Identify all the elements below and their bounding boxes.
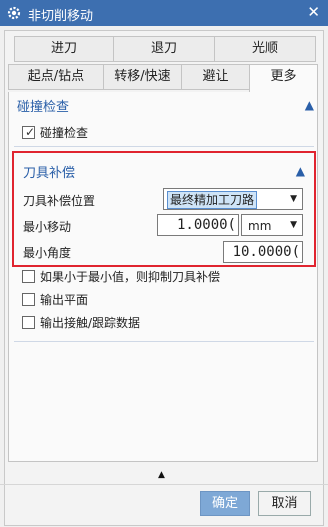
collision-collapse-icon[interactable]: ▲ xyxy=(305,98,314,112)
comp-position-select[interactable]: 最终精加工刀路 ▼ xyxy=(163,188,303,210)
min-angle-input[interactable]: 10.0000( xyxy=(223,241,303,263)
output-contact-checkbox[interactable] xyxy=(22,316,35,329)
close-icon[interactable]: ✕ xyxy=(307,3,320,21)
min-move-label: 最小移动 xyxy=(23,220,72,234)
output-plane-checkbox[interactable] xyxy=(22,293,35,306)
tab-start-drill-point[interactable]: 起点/钻点 xyxy=(8,64,104,90)
comp-position-label: 刀具补偿位置 xyxy=(23,194,96,208)
tab-transfer-rapid[interactable]: 转移/快速 xyxy=(103,64,182,90)
suppress-comp-checkbox[interactable] xyxy=(22,270,35,283)
tab-avoidance[interactable]: 避让 xyxy=(181,64,250,90)
collision-checkbox-label: 碰撞检查 xyxy=(40,126,89,140)
ok-button[interactable]: 确定 xyxy=(200,491,250,516)
min-move-unit-select[interactable]: mm ▼ xyxy=(241,214,303,236)
suppress-comp-label: 如果小于最小值，则抑制刀具补偿 xyxy=(40,270,221,284)
output-plane-label: 输出平面 xyxy=(40,293,89,307)
cutter-comp-group-header: 刀具补偿 xyxy=(23,166,76,181)
expand-up-icon[interactable]: ▲ xyxy=(158,470,165,480)
title-bar: 非切削移动 ✕ xyxy=(0,0,328,26)
output-contact-label: 输出接触/跟踪数据 xyxy=(40,316,141,330)
group-separator xyxy=(14,146,314,147)
collision-checkbox[interactable]: ✓ xyxy=(22,125,36,139)
cancel-button[interactable]: 取消 xyxy=(258,491,311,516)
gear-icon xyxy=(6,5,22,21)
chevron-down-icon: ▼ xyxy=(290,220,297,230)
tab-retract[interactable]: 退刀 xyxy=(113,36,215,62)
collision-group-header: 碰撞检查 xyxy=(17,100,70,115)
cutter-comp-collapse-icon[interactable]: ▲ xyxy=(296,164,305,178)
tab-approach[interactable]: 进刀 xyxy=(14,36,114,62)
min-angle-label: 最小角度 xyxy=(23,246,72,260)
chevron-down-icon: ▼ xyxy=(290,194,297,204)
min-move-unit-value: mm xyxy=(248,219,272,233)
comp-position-value: 最终精加工刀路 xyxy=(167,191,258,209)
options-separator xyxy=(14,341,314,342)
check-mark-icon: ✓ xyxy=(25,125,36,139)
window-title: 非切削移动 xyxy=(28,9,94,24)
min-move-input[interactable]: 1.0000( xyxy=(157,214,239,236)
tab-more[interactable]: 更多 xyxy=(249,64,318,93)
footer-separator xyxy=(0,484,328,485)
tab-smoothing[interactable]: 光顺 xyxy=(214,36,316,62)
